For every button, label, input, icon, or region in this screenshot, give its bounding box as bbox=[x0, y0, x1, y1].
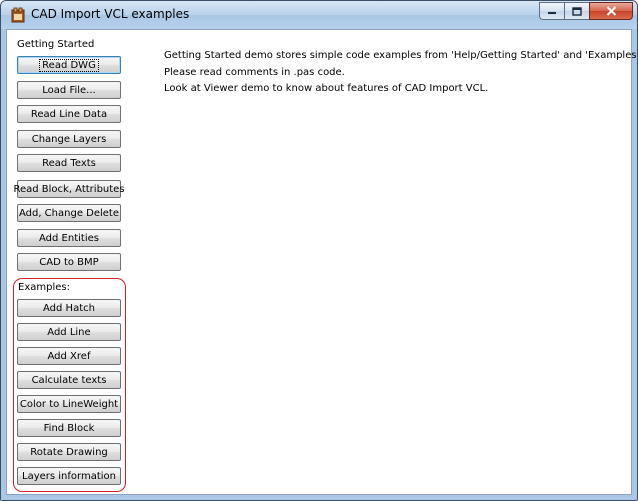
read-line-data-button[interactable]: Read Line Data bbox=[17, 105, 121, 123]
maximize-icon bbox=[572, 6, 582, 16]
calculate-texts-button[interactable]: Calculate texts bbox=[17, 371, 121, 389]
add-entities-button[interactable]: Add Entities bbox=[17, 229, 121, 247]
layers-information-button[interactable]: Layers information bbox=[17, 467, 121, 485]
description-line: Getting Started demo stores simple code … bbox=[164, 50, 638, 61]
maximize-button[interactable] bbox=[564, 2, 590, 20]
add-xref-button[interactable]: Add Xref bbox=[17, 347, 121, 365]
window-title: CAD Import VCL examples bbox=[31, 7, 190, 21]
close-icon bbox=[606, 6, 616, 16]
close-button[interactable] bbox=[589, 2, 633, 20]
description-line: Look at Viewer demo to know about featur… bbox=[164, 83, 489, 94]
client-area: Getting Started Read DWG Load File... Re… bbox=[6, 29, 637, 495]
add-change-delete-button[interactable]: Add, Change Delete bbox=[17, 204, 121, 222]
rotate-drawing-button[interactable]: Rotate Drawing bbox=[17, 443, 121, 461]
change-layers-button[interactable]: Change Layers bbox=[17, 130, 121, 148]
title-bar[interactable]: CAD Import VCL examples bbox=[1, 1, 637, 29]
add-line-button[interactable]: Add Line bbox=[17, 323, 121, 341]
main-window: CAD Import VCL examples Getting Started … bbox=[0, 0, 638, 501]
cad-app-icon bbox=[11, 7, 25, 23]
read-texts-button[interactable]: Read Texts bbox=[17, 154, 121, 172]
read-dwg-label: Read DWG bbox=[39, 58, 99, 72]
minimize-button[interactable] bbox=[539, 2, 565, 20]
minimize-icon bbox=[548, 12, 556, 14]
examples-label: Examples: bbox=[18, 282, 70, 293]
add-hatch-button[interactable]: Add Hatch bbox=[17, 299, 121, 317]
read-block-attributes-button[interactable]: Read Block, Attributes bbox=[13, 180, 125, 198]
getting-started-label: Getting Started bbox=[17, 39, 95, 50]
cad-to-bmp-button[interactable]: CAD to BMP bbox=[17, 253, 121, 271]
read-dwg-button[interactable]: Read DWG bbox=[17, 56, 121, 74]
color-to-lineweight-button[interactable]: Color to LineWeight bbox=[17, 395, 121, 413]
find-block-button[interactable]: Find Block bbox=[17, 419, 121, 437]
load-file-button[interactable]: Load File... bbox=[17, 81, 121, 99]
description-line: Please read comments in .pas code. bbox=[164, 67, 345, 78]
